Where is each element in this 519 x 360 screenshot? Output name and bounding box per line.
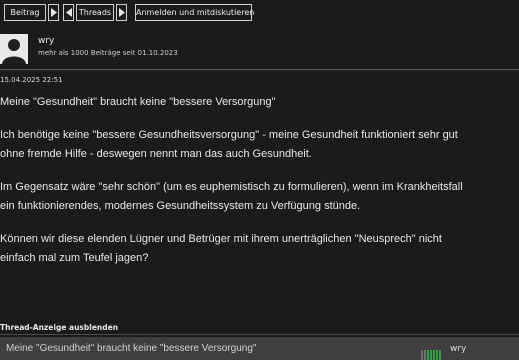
post-paragraph: Können wir diese elenden Lügner und Betr…: [0, 230, 519, 268]
post-title: Meine "Gesundheit" braucht keine "besser…: [0, 96, 276, 108]
threads-next-button[interactable]: [116, 4, 127, 21]
user-info: mehr als 1000 Beiträge seit 01.10.2023: [38, 49, 178, 57]
user-block: wry mehr als 1000 Beiträge seit 01.10.20…: [0, 30, 519, 68]
divider: [0, 69, 519, 70]
post-paragraph: Ich benötige keine "bessere Gesundheitsv…: [0, 126, 519, 164]
post-body: Meine "Gesundheit" braucht keine "besser…: [0, 93, 519, 282]
post-timestamp: 15.04.2025 22:51: [0, 76, 63, 84]
login-button[interactable]: Anmelden und mitdiskutieren: [135, 4, 254, 21]
thread-title[interactable]: Meine "Gesundheit" braucht keine "besser…: [6, 343, 256, 354]
post-line: ohne fremde Hilfe - deswegen nennt man d…: [0, 148, 312, 160]
triangle-left-icon: [66, 8, 72, 17]
post-line: Ich benötige keine "bessere Gesundheitsv…: [0, 129, 458, 141]
post-line: ein funktionierendes, modernes Gesundhei…: [0, 200, 361, 212]
triangle-right-icon: [119, 8, 125, 17]
thread-list-item[interactable]: Meine "Gesundheit" braucht keine "besser…: [0, 337, 519, 360]
post-line: Im Gegensatz wäre "sehr schön" (um es eu…: [0, 181, 463, 193]
thread-user[interactable]: wry: [450, 344, 466, 354]
username[interactable]: wry: [38, 36, 54, 46]
post-line: einfach mal zum Teufel jagen?: [0, 252, 149, 264]
post-line: Können wir diese elenden Lügner und Betr…: [0, 233, 442, 245]
toolbar: Beitrag Threads Anmelden und mitdiskutie…: [0, 0, 519, 26]
threads-button[interactable]: Threads: [76, 4, 114, 21]
thread-toggle-link[interactable]: Thread-Anzeige ausblenden: [0, 323, 118, 332]
triangle-right-icon: [51, 8, 57, 17]
beitrag-next-button[interactable]: [48, 4, 59, 21]
rating-bars-icon: [421, 345, 441, 360]
post-paragraph: Im Gegensatz wäre "sehr schön" (um es eu…: [0, 178, 519, 216]
divider: [0, 334, 519, 335]
default-avatar-icon[interactable]: [0, 34, 28, 64]
beitrag-button[interactable]: Beitrag: [4, 4, 46, 21]
threads-prev-button[interactable]: [63, 4, 74, 21]
